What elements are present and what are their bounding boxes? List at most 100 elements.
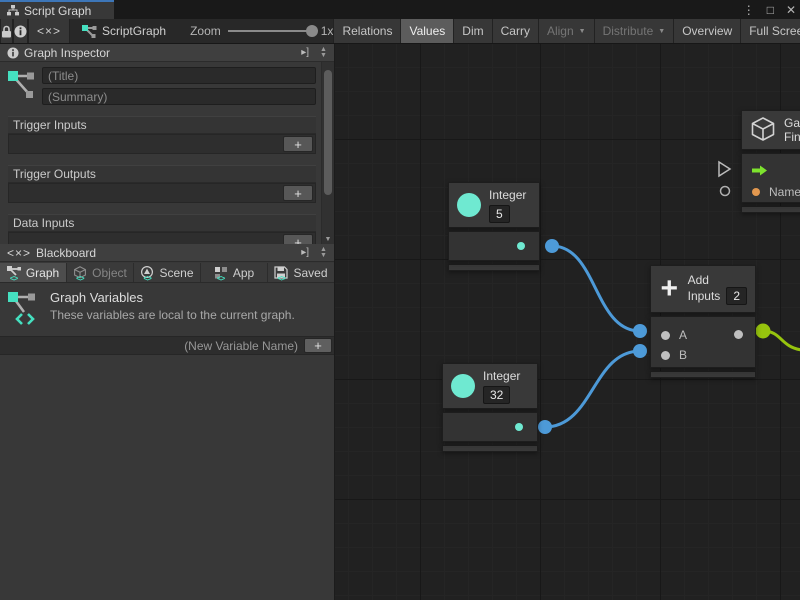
window-menu-icon[interactable]: ⋮ [743,3,755,17]
integer-type-icon [457,193,481,217]
port-trigger-input-find[interactable] [719,162,730,176]
integer-value-field[interactable]: 5 [489,205,510,223]
graph-inspector-header: Graph Inspector ▸] ▲▼ [0,44,334,62]
port-data-input-find[interactable] [721,187,730,196]
window-tab-strip: Script Graph ⋮ □ ✕ [0,0,800,19]
name-port-label: Name [769,185,800,199]
scroll-arrows[interactable]: ▲▼ [317,47,330,59]
script-graph-icon [82,25,97,38]
relations-button[interactable]: Relations [333,19,400,43]
port-connected-add-b[interactable] [633,344,647,358]
input-port-b-icon[interactable] [661,351,670,360]
graph-summary-input[interactable] [42,88,316,105]
node-title: Integer [489,188,526,202]
node-title: Integer [483,369,520,383]
output-port-icon[interactable] [515,423,523,431]
trigger-port-icon[interactable] [752,165,768,176]
code-view-button[interactable]: <×> [28,19,70,43]
graph-variables-icon: <> [7,266,22,279]
window-maximize-icon[interactable]: □ [767,3,774,17]
dropdown-arrow-icon: ▼ [579,28,586,35]
breadcrumb[interactable]: ScriptGraph [70,19,176,43]
tab-scene[interactable]: <> Scene [134,263,200,282]
scroll-arrows[interactable]: ▲▼ [317,247,330,259]
inspector-scrollbar[interactable]: ▼ [321,62,334,244]
blackboard-tabs: <> Graph <> Object [0,263,334,283]
gameobject-cube-icon [750,116,776,144]
zoom-control: Zoom 1x [176,19,333,43]
node-body: A B [650,316,756,368]
tab-object[interactable]: <> Object [67,263,133,282]
data-inputs-label: Data Inputs [8,214,316,232]
sidebar: Graph Inspector ▸] ▲▼ [0,44,335,600]
dim-button[interactable]: Dim [453,19,491,43]
node-integer-5[interactable]: Integer 5 [448,182,540,271]
align-button[interactable]: Align▼ [538,19,594,43]
input-port-a-label: A [679,328,687,342]
name-port-icon[interactable] [752,188,760,196]
info-button[interactable] [13,19,28,43]
port-connected-integer5[interactable] [545,239,559,253]
dock-icon[interactable]: ▸] [298,247,312,258]
wire-integer32-to-b[interactable] [545,351,640,427]
node-integer-32[interactable]: Integer 32 [442,363,538,452]
blackboard-header: <×> Blackboard ▸] ▲▼ [0,244,334,262]
node-footer [448,264,540,271]
port-connected-add-out[interactable] [756,324,771,339]
wire-integer5-to-a[interactable] [552,246,640,331]
add-variable-button[interactable]: + [304,338,332,353]
new-variable-input[interactable] [0,339,304,353]
node-footer [442,445,538,452]
carry-button[interactable]: Carry [492,19,538,43]
lock-button[interactable] [0,19,13,43]
integer-value-field[interactable]: 32 [483,386,510,404]
overview-button[interactable]: Overview [673,19,740,43]
script-graph-tab-icon [7,5,19,16]
zoom-slider[interactable] [228,30,314,32]
graph-title-input[interactable] [42,67,316,84]
app-variables-icon: <> [214,266,229,279]
tab-app[interactable]: <> App [201,263,267,282]
scene-variables-icon: <> [140,266,155,279]
output-port-icon[interactable] [517,242,525,250]
node-body: Name [741,153,800,203]
saved-variables-icon: <> [274,266,289,279]
scrollbar-thumb[interactable] [324,70,332,195]
trigger-inputs-label: Trigger Inputs [8,116,316,134]
distribute-button[interactable]: Distribute▼ [594,19,674,43]
info-icon [14,25,27,38]
values-button[interactable]: Values [400,19,453,43]
add-icon: + [659,278,680,300]
port-connected-integer32[interactable] [538,420,552,434]
graph-canvas[interactable]: Integer 5 Integer 32 [335,44,800,600]
add-trigger-output-button[interactable]: + [283,185,313,201]
tab-graph[interactable]: <> Graph [0,263,66,282]
graph-inspector-title: Graph Inspector [24,46,110,60]
blackboard-title: Blackboard [36,246,96,260]
input-port-a-icon[interactable] [661,331,670,340]
breadcrumb-graph-name: ScriptGraph [102,24,166,38]
trigger-inputs-list: + [8,134,316,154]
node-gameobject-find[interactable]: Gam Fin Name [741,110,800,213]
dock-icon[interactable]: ▸] [298,47,312,58]
zoom-slider-knob[interactable] [306,25,318,37]
node-body [448,231,540,261]
input-port-b-label: B [679,348,687,362]
trigger-outputs-list: + [8,183,316,203]
fullscreen-button[interactable]: Full Screen [740,19,800,43]
graph-icon [8,67,36,103]
port-connected-add-a[interactable] [633,324,647,338]
node-add[interactable]: + Add Inputs 2 A [650,265,756,378]
scroll-down-icon[interactable]: ▼ [322,236,334,243]
integer-type-icon [451,374,475,398]
tab-script-graph[interactable]: Script Graph [0,0,114,19]
window-close-icon[interactable]: ✕ [786,3,796,17]
add-trigger-input-button[interactable]: + [283,136,313,152]
node-body [442,412,538,442]
output-port-icon[interactable] [734,330,743,339]
blackboard-icon: <×> [7,246,31,260]
node-footer [741,206,800,213]
tab-saved[interactable]: <> Saved [268,263,334,282]
lock-icon [1,25,12,38]
inputs-count-field[interactable]: 2 [726,287,747,305]
